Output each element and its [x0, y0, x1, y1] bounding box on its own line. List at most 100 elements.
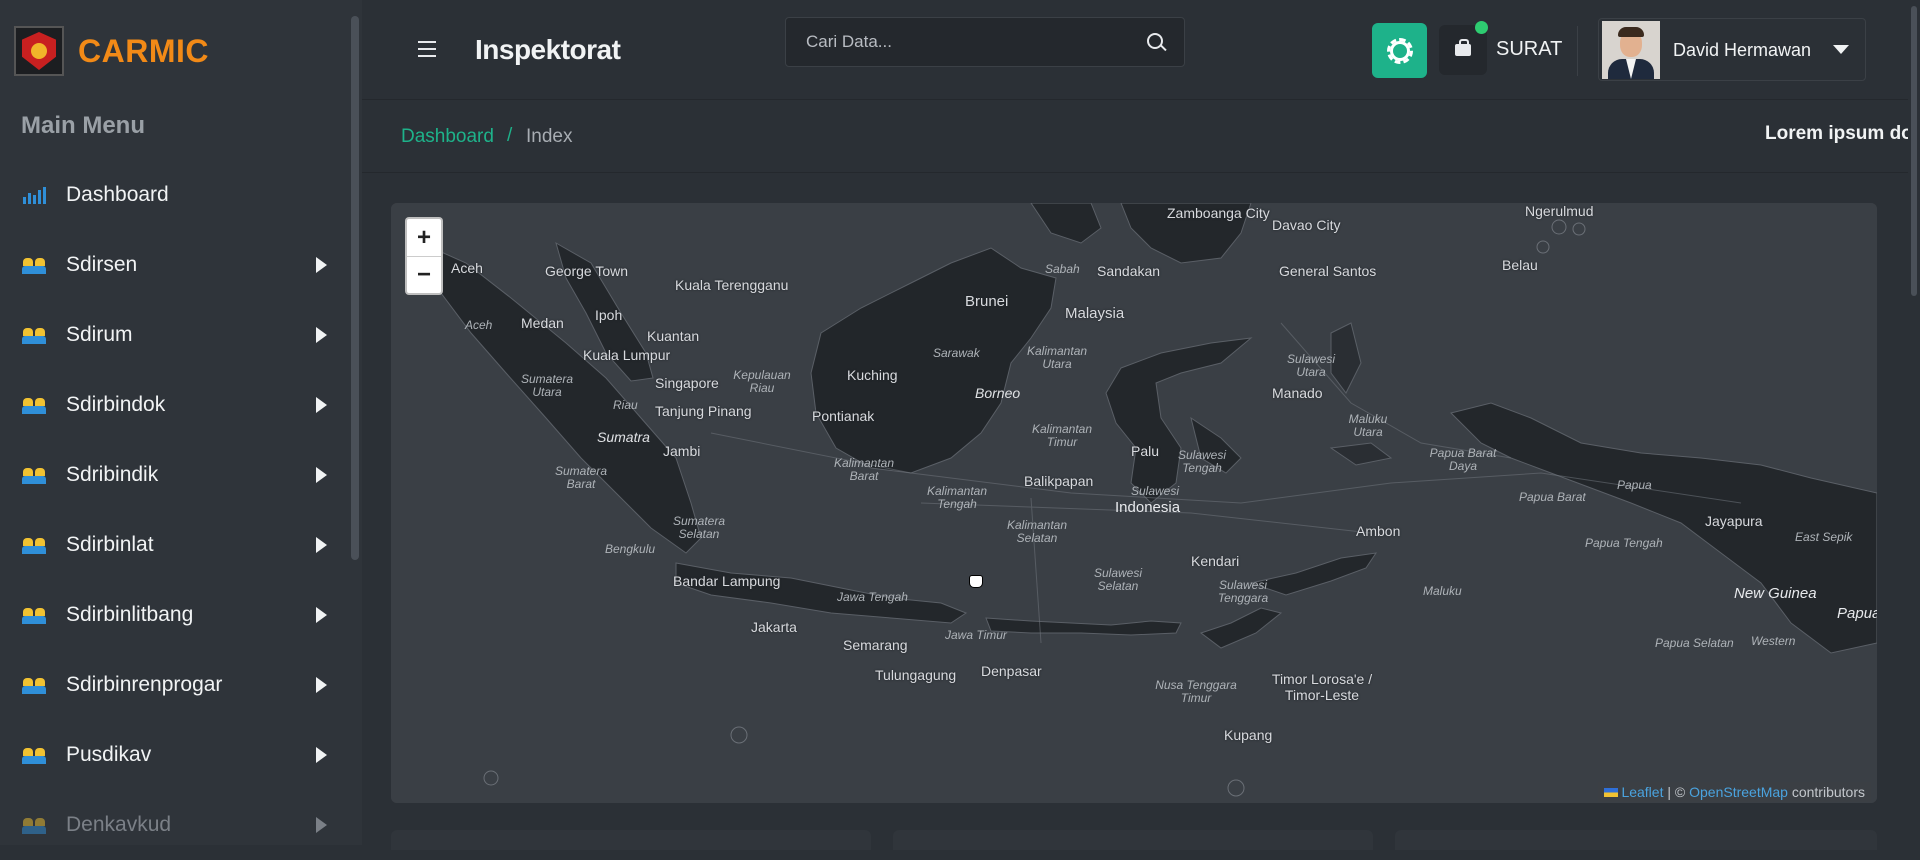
users-icon — [22, 326, 46, 344]
sidebar-item-label: Sdirum — [66, 323, 133, 346]
map-region-label: Jawa Timur — [945, 628, 1007, 642]
sidebar-item-sdirbinlat[interactable]: Sdirbinlat — [0, 510, 345, 580]
map-region-label: Sumatera Selatan — [672, 514, 726, 541]
map-region-label: Riau — [613, 398, 638, 412]
map-label: Kuching — [847, 367, 898, 383]
breadcrumb-current: Index — [526, 126, 573, 147]
search-box — [785, 17, 1185, 67]
caret-right-icon — [316, 817, 327, 833]
map-label: Manado — [1272, 385, 1323, 401]
map-label: Ngerulmud — [1525, 203, 1594, 219]
sidebar-item-sdirbindok[interactable]: Sdirbindok — [0, 370, 345, 440]
page-scrollbar[interactable] — [1908, 0, 1920, 845]
map-region-label: Kalimantan Timur — [1031, 422, 1093, 449]
map-region-label: Kalimantan Barat — [833, 456, 895, 483]
map-label: Brunei — [965, 293, 1009, 310]
map-label: Kupang — [1224, 727, 1273, 743]
zoom-in-button[interactable]: + — [407, 219, 441, 256]
zoom-out-button[interactable]: − — [407, 256, 441, 293]
sidebar-item-dashboard[interactable]: Dashboard — [0, 160, 345, 230]
chevron-down-icon — [1833, 45, 1849, 54]
map-region-label: Sumatra — [597, 429, 650, 445]
sidebar-item-pusdikav[interactable]: Pusdikav — [0, 720, 345, 790]
sidebar-item-sdribindik[interactable]: Sdribindik — [0, 440, 345, 510]
search-input[interactable] — [786, 18, 1126, 66]
map-label: Indonesia — [1115, 499, 1181, 516]
sidebar-item-denkavkud[interactable]: Denkavkud — [0, 790, 345, 860]
map-region-label: Bengkulu — [605, 542, 656, 556]
map-region-label: Papua Selatan — [1655, 636, 1734, 650]
stat-card — [391, 830, 871, 850]
sidebar-item-sdirbinlitbang[interactable]: Sdirbinlitbang — [0, 580, 345, 650]
osm-link[interactable]: OpenStreetMap — [1689, 784, 1788, 800]
users-icon — [22, 816, 46, 834]
map-attribution: Leaflet | © OpenStreetMap contributors — [1598, 782, 1871, 802]
caret-right-icon — [316, 677, 327, 693]
map-label: Aceh — [451, 260, 483, 276]
map-label: Sandakan — [1097, 263, 1161, 279]
map-label: Malaysia — [1065, 305, 1125, 322]
sidebar-item-label: Denkavkud — [66, 813, 172, 836]
map-region-label: Western — [1751, 634, 1796, 648]
gear-icon — [1386, 37, 1413, 64]
sidebar-item-sdirbinrenprogar[interactable]: Sdirbinrenprogar — [0, 650, 345, 720]
settings-button[interactable] — [1372, 23, 1427, 78]
map-region-label: Sumatera Barat — [554, 464, 608, 491]
map-region-label: Sulawesi Selatan — [1093, 566, 1143, 593]
top-header: Inspektorat SURAT David Hermawan — [362, 0, 1920, 100]
ukraine-flag-icon — [1604, 788, 1619, 797]
menu-title: Main Menu — [21, 112, 145, 139]
sidebar-item-sdirsen[interactable]: Sdirsen — [0, 230, 345, 300]
notification-dot — [1475, 21, 1488, 34]
menu-toggle-icon[interactable] — [418, 41, 436, 62]
map-label: Balikpapan — [1024, 473, 1094, 489]
map-label: Timor Lorosa'e / Timor-Leste — [1271, 671, 1373, 703]
breadcrumb: Dashboard / Index Lorem ipsum do — [362, 101, 1910, 173]
map-label: Kuala Terengganu — [675, 277, 789, 293]
users-icon — [22, 396, 46, 414]
map-label: Jayapura — [1705, 513, 1763, 529]
attribution-suffix: contributors — [1787, 784, 1865, 800]
map-region-label: Kalimantan Selatan — [1006, 518, 1068, 545]
main-menu: Dashboard Sdirsen Sdirum Sdirbindok Sdri… — [0, 160, 345, 860]
chart-icon — [22, 186, 46, 204]
map-region-label: Nusa Tenggara Timur — [1155, 678, 1237, 705]
caret-right-icon — [316, 537, 327, 553]
sidebar-item-label: Pusdikav — [66, 743, 152, 766]
sidebar-item-label: Sdirbinlitbang — [66, 603, 194, 626]
breadcrumb-dashboard-link[interactable]: Dashboard — [401, 126, 494, 148]
map-region-label: Papua Barat — [1519, 490, 1586, 504]
map-region-label: Aceh — [465, 318, 493, 332]
map-panel[interactable]: Zamboanga City Davao City Ngerulmud Geor… — [391, 203, 1877, 803]
sidebar-item-label: Sdribindik — [66, 463, 159, 486]
divider — [1577, 26, 1578, 76]
sidebar-item-sdirum[interactable]: Sdirum — [0, 300, 345, 370]
marquee-text: Lorem ipsum do — [1765, 123, 1910, 144]
mail-label[interactable]: SURAT — [1496, 38, 1562, 61]
caret-right-icon — [316, 327, 327, 343]
map-label: Medan — [521, 315, 564, 331]
map-region-label: Kalimantan Tengah — [926, 484, 988, 511]
map-label: Singapore — [655, 375, 719, 391]
map-region-label: Borneo — [975, 385, 1021, 401]
search-icon[interactable] — [1147, 33, 1163, 49]
brand[interactable]: CARMIC — [14, 26, 209, 76]
users-icon — [22, 256, 46, 274]
map-region-label: Papua Barat Daya — [1429, 446, 1497, 473]
map-region-label: Sulawesi Tenggara — [1217, 578, 1269, 605]
map-label: Papua — [1837, 605, 1877, 622]
sidebar: CARMIC Main Menu Dashboard Sdirsen Sdiru… — [0, 0, 362, 845]
user-menu[interactable]: David Hermawan — [1598, 18, 1866, 81]
briefcase-icon — [1455, 39, 1471, 56]
sidebar-scrollbar[interactable] — [351, 16, 359, 560]
sidebar-item-label: Sdirbindok — [66, 393, 166, 416]
map-region-label: Kalimantan Utara — [1027, 344, 1088, 371]
map-label: Kendari — [1191, 553, 1240, 569]
sidebar-item-label: Sdirbinrenprogar — [66, 673, 223, 696]
map-region-label: Jawa Tengah — [837, 590, 908, 604]
leaflet-link[interactable]: Leaflet — [1621, 784, 1663, 800]
sidebar-item-label: Dashboard — [66, 183, 169, 206]
map-region-label: Sulawesi Utara — [1286, 352, 1336, 379]
users-icon — [22, 536, 46, 554]
map-label: Pontianak — [812, 408, 875, 424]
